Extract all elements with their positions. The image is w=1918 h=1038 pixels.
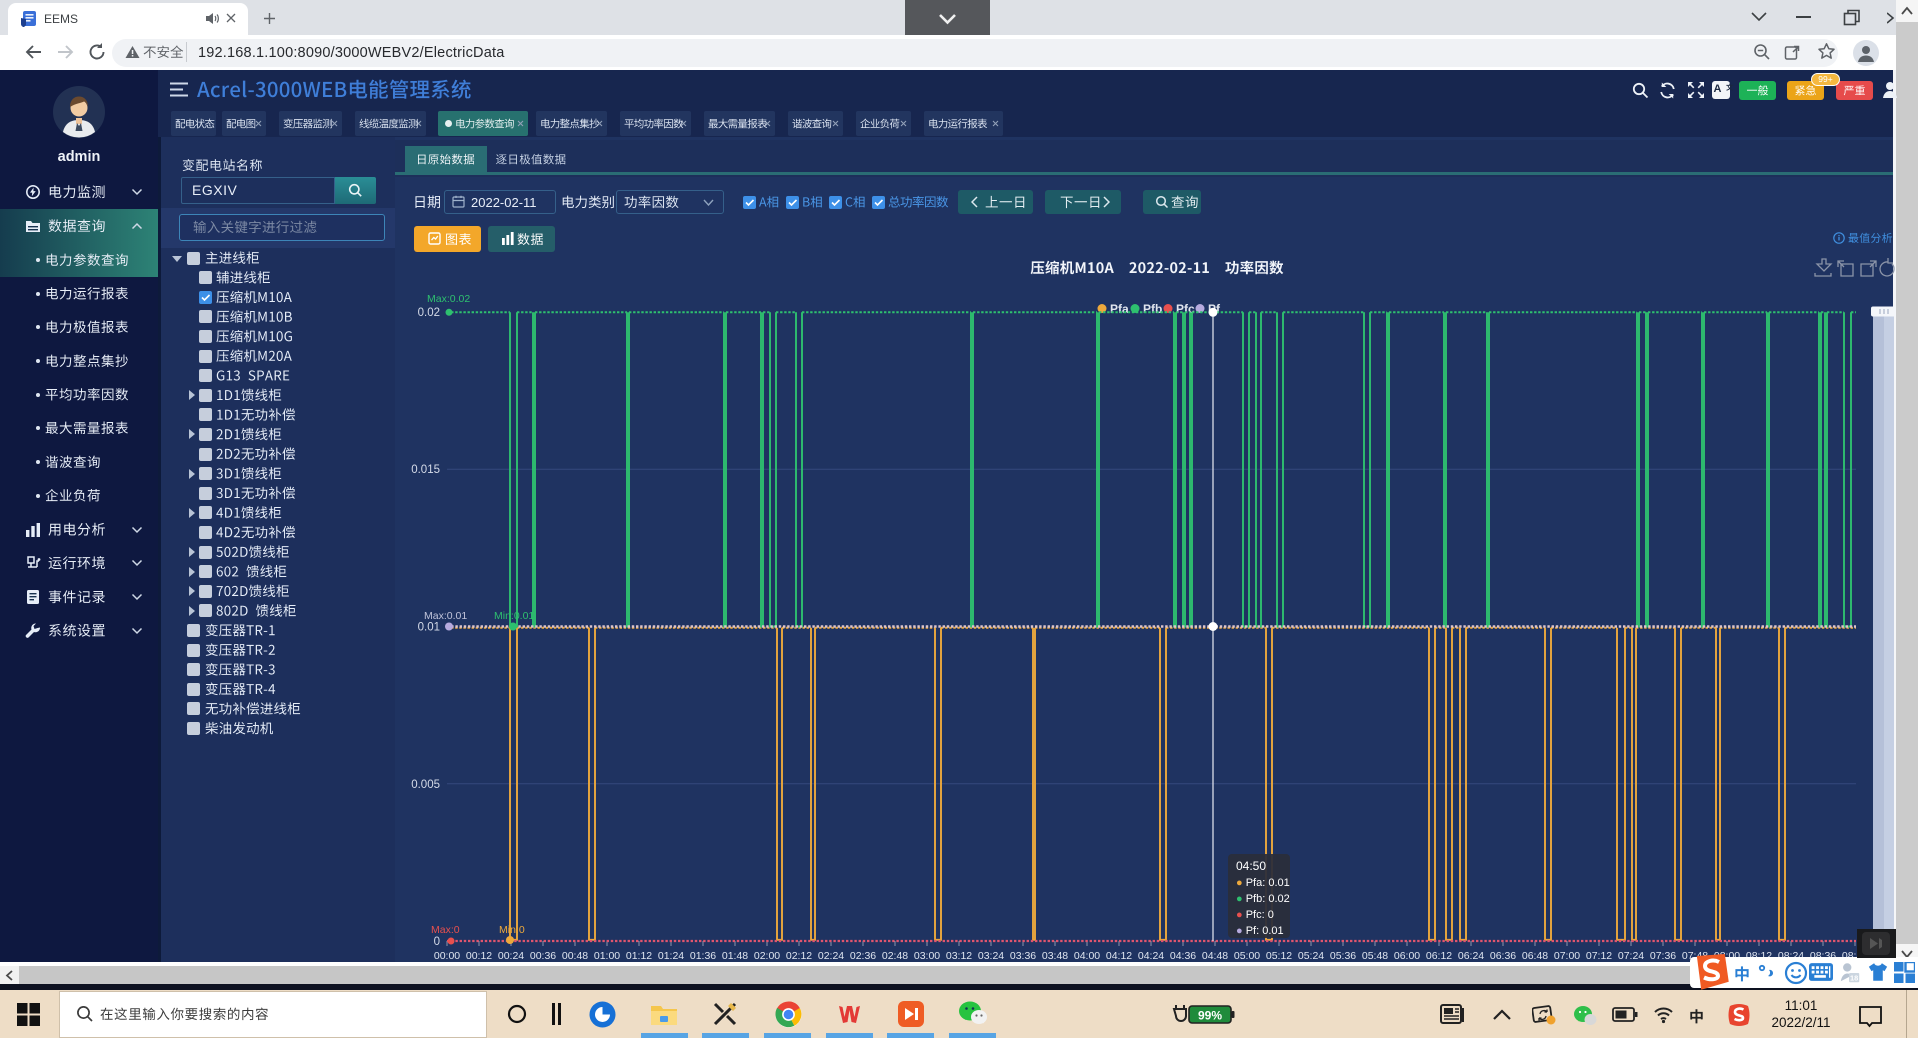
svg-text:05:00: 05:00	[1234, 950, 1260, 962]
svg-text:Pfa: Pfa	[1110, 302, 1129, 316]
svg-text:01:48: 01:48	[722, 950, 748, 962]
svg-text:Min:0: Min:0	[499, 924, 525, 936]
svg-text:04:12: 04:12	[1106, 950, 1132, 962]
svg-text:00:00: 00:00	[434, 950, 460, 962]
svg-text:03:24: 03:24	[978, 950, 1004, 962]
svg-text:05:12: 05:12	[1266, 950, 1292, 962]
svg-text:05:24: 05:24	[1298, 950, 1324, 962]
svg-text:0.005: 0.005	[411, 779, 440, 791]
svg-text:07:12: 07:12	[1586, 950, 1612, 962]
svg-text:Max:0.01: Max:0.01	[424, 610, 467, 622]
svg-text:02:36: 02:36	[850, 950, 876, 962]
svg-text:18: 18	[1850, 973, 1858, 982]
svg-text:02:00: 02:00	[754, 950, 780, 962]
svg-text:0.01: 0.01	[418, 622, 440, 634]
svg-text:0.015: 0.015	[411, 464, 440, 476]
svg-text:03:00: 03:00	[914, 950, 940, 962]
svg-text:04:48: 04:48	[1202, 950, 1228, 962]
svg-text:01:24: 01:24	[658, 950, 684, 962]
svg-text:0: 0	[434, 936, 440, 948]
svg-text:07:24: 07:24	[1618, 950, 1644, 962]
svg-text:06:36: 06:36	[1490, 950, 1516, 962]
svg-text:00:12: 00:12	[466, 950, 492, 962]
svg-text:06:12: 06:12	[1426, 950, 1452, 962]
svg-text:00:24: 00:24	[498, 950, 524, 962]
svg-text:03:48: 03:48	[1042, 950, 1068, 962]
svg-text:Max:0: Max:0	[431, 924, 460, 936]
svg-text:06:24: 06:24	[1458, 950, 1484, 962]
svg-text:00:36: 00:36	[530, 950, 556, 962]
svg-text:02:12: 02:12	[786, 950, 812, 962]
svg-text:05:36: 05:36	[1330, 950, 1356, 962]
svg-text:02:24: 02:24	[818, 950, 844, 962]
svg-text:03:12: 03:12	[946, 950, 972, 962]
svg-text:04:36: 04:36	[1170, 950, 1196, 962]
svg-text:04:00: 04:00	[1074, 950, 1100, 962]
svg-text:06:48: 06:48	[1522, 950, 1548, 962]
svg-text:Pfb: Pfb	[1143, 302, 1162, 316]
svg-text:01:00: 01:00	[594, 950, 620, 962]
svg-text:07:00: 07:00	[1554, 950, 1580, 962]
svg-text:03:36: 03:36	[1010, 950, 1036, 962]
svg-text:02:48: 02:48	[882, 950, 908, 962]
svg-text:06:00: 06:00	[1394, 950, 1420, 962]
svg-text:Max:0.02: Max:0.02	[427, 293, 470, 305]
svg-text:01:12: 01:12	[626, 950, 652, 962]
svg-text:05:48: 05:48	[1362, 950, 1388, 962]
svg-text:01:36: 01:36	[690, 950, 716, 962]
svg-text:07:36: 07:36	[1650, 950, 1676, 962]
svg-text:0.02: 0.02	[418, 307, 440, 319]
svg-text:04:24: 04:24	[1138, 950, 1164, 962]
svg-text:Min:0.01: Min:0.01	[494, 610, 534, 622]
svg-text:00:48: 00:48	[562, 950, 588, 962]
